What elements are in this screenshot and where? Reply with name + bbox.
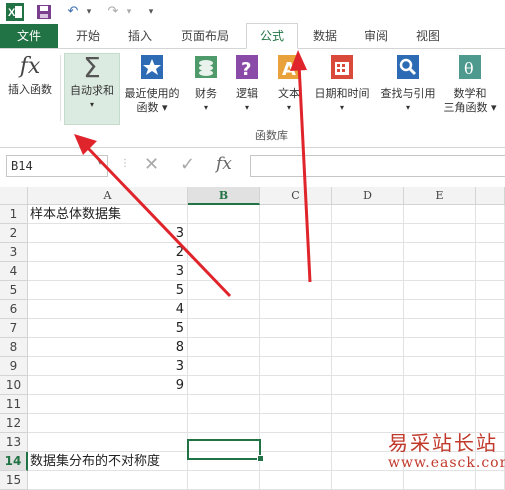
arrow-to-autosum bbox=[84, 144, 232, 298]
watermark-url: www.easck.com bbox=[388, 455, 505, 471]
arrow-to-formulas-tab bbox=[297, 63, 312, 283]
arrow-head-formulas-tab bbox=[290, 50, 307, 71]
watermark-title: 易采站长站 bbox=[388, 431, 498, 455]
annotation-arrows bbox=[74, 50, 312, 298]
